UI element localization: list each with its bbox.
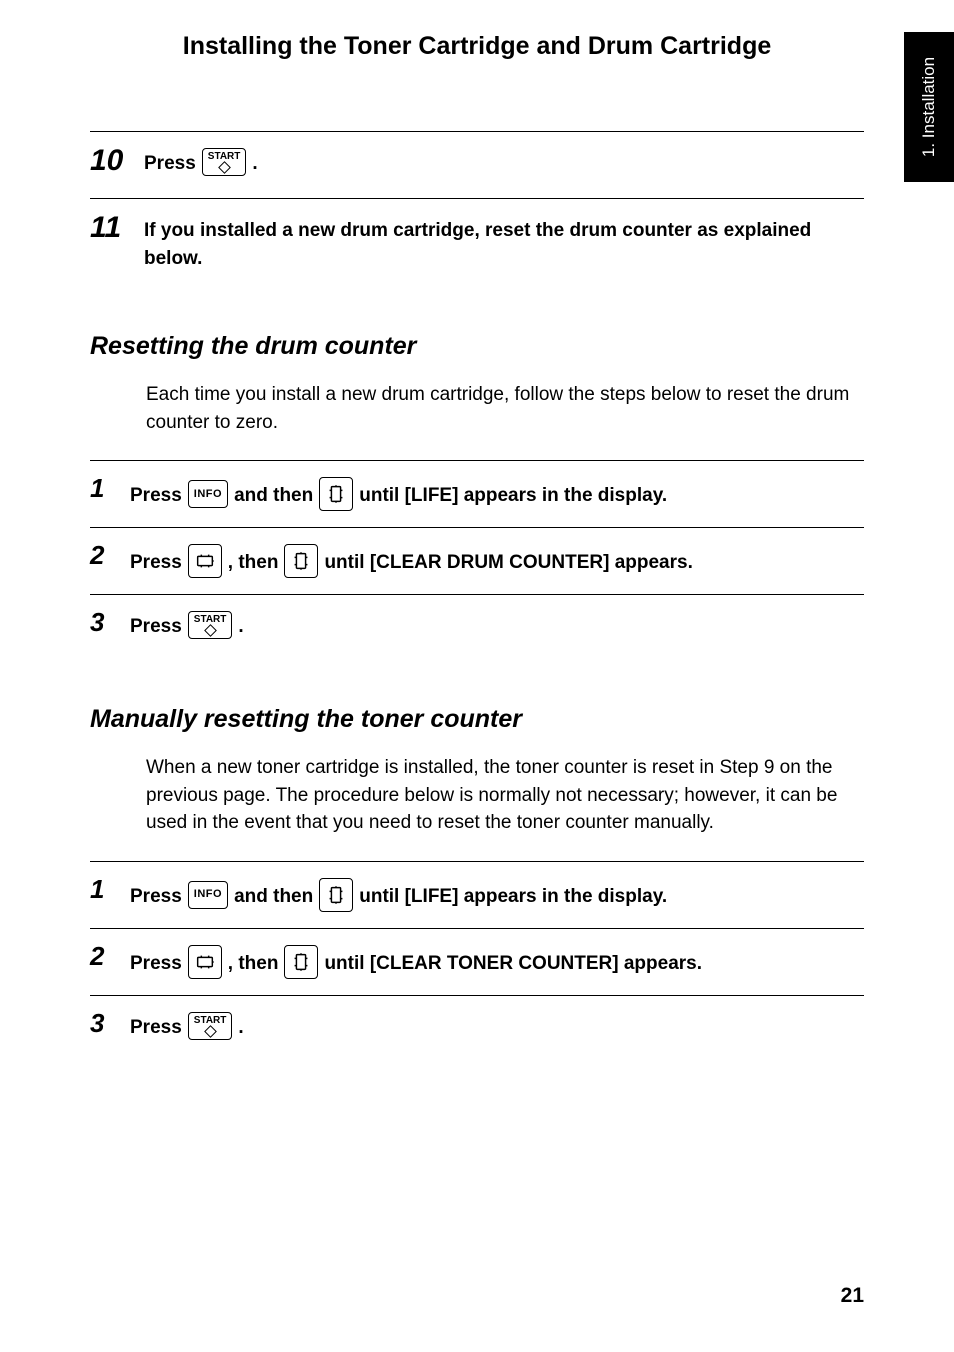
nav-updown-key-icon	[284, 544, 318, 578]
step-body: Press START .	[130, 609, 864, 641]
step-body: Press INFO and then until [LIFE] appears…	[130, 475, 864, 513]
step-10: 10 Press START .	[90, 131, 864, 192]
start-key-icon: START	[188, 611, 233, 639]
text: .	[238, 1014, 243, 1042]
diamond-icon	[218, 161, 231, 174]
nav-updown-key-icon	[284, 945, 318, 979]
step-body: Press START .	[144, 146, 864, 178]
nav-updown-key-icon	[319, 477, 353, 511]
intro-text: Each time you install a new drum cartrid…	[146, 381, 864, 436]
text: Press	[130, 1014, 182, 1042]
step-number: 11	[90, 213, 130, 243]
diamond-icon	[204, 624, 217, 637]
text: and then	[234, 883, 313, 911]
subheading-reset-drum: Resetting the drum counter	[90, 332, 864, 361]
drum-step-1: 1 Press INFO and then until [LIFE] appea…	[90, 460, 864, 527]
text: until [LIFE] appears in the display.	[359, 883, 667, 911]
step-number: 1	[90, 475, 116, 501]
text: Press	[144, 150, 196, 178]
info-key-icon: INFO	[188, 881, 228, 909]
step-body: Press , then until [CLEAR DRUM COUNTER] …	[130, 542, 864, 580]
text: and then	[234, 482, 313, 510]
text: .	[252, 150, 257, 178]
text: , then	[228, 950, 279, 978]
text: Press	[130, 883, 182, 911]
page-title: Installing the Toner Cartridge and Drum …	[90, 32, 864, 61]
text: until [CLEAR TONER COUNTER] appears.	[324, 950, 702, 978]
subheading-reset-toner: Manually resetting the toner counter	[90, 705, 864, 734]
step-11: 11 If you installed a new drum cartridge…	[90, 198, 864, 282]
text: , then	[228, 549, 279, 577]
text: until [LIFE] appears in the display.	[359, 482, 667, 510]
nav-updown-key-icon	[319, 878, 353, 912]
step-number: 2	[90, 542, 116, 568]
step-body: Press , then until [CLEAR TONER COUNTER]…	[130, 943, 864, 981]
intro-text: When a new toner cartridge is installed,…	[146, 754, 864, 837]
toner-step-1: 1 Press INFO and then until [LIFE] appea…	[90, 861, 864, 928]
info-key-icon: INFO	[188, 480, 228, 508]
step-number: 10	[90, 146, 130, 176]
step-number: 3	[90, 609, 116, 635]
side-tab: 1. Installation	[904, 32, 954, 182]
step-number: 3	[90, 1010, 116, 1036]
diamond-icon	[204, 1025, 217, 1038]
text: .	[238, 613, 243, 641]
drum-step-2: 2 Press , then until [CLEAR DRUM COUNTER…	[90, 527, 864, 594]
side-tab-label: 1. Installation	[919, 57, 939, 157]
drum-step-3: 3 Press START .	[90, 594, 864, 655]
step-body: Press START .	[130, 1010, 864, 1042]
step-body: If you installed a new drum cartridge, r…	[144, 213, 864, 272]
toner-step-3: 3 Press START .	[90, 995, 864, 1056]
step-body: Press INFO and then until [LIFE] appears…	[130, 876, 864, 914]
nav-right-key-icon	[188, 544, 222, 578]
start-key-icon: START	[202, 148, 247, 176]
start-key-icon: START	[188, 1012, 233, 1040]
text: Press	[130, 482, 182, 510]
page-number: 21	[841, 1284, 864, 1308]
text: Press	[130, 549, 182, 577]
nav-right-key-icon	[188, 945, 222, 979]
text: Press	[130, 950, 182, 978]
text: Press	[130, 613, 182, 641]
step-number: 1	[90, 876, 116, 902]
toner-step-2: 2 Press , then until [CLEAR TONER COUNTE…	[90, 928, 864, 995]
step-number: 2	[90, 943, 116, 969]
text: until [CLEAR DRUM COUNTER] appears.	[324, 549, 692, 577]
